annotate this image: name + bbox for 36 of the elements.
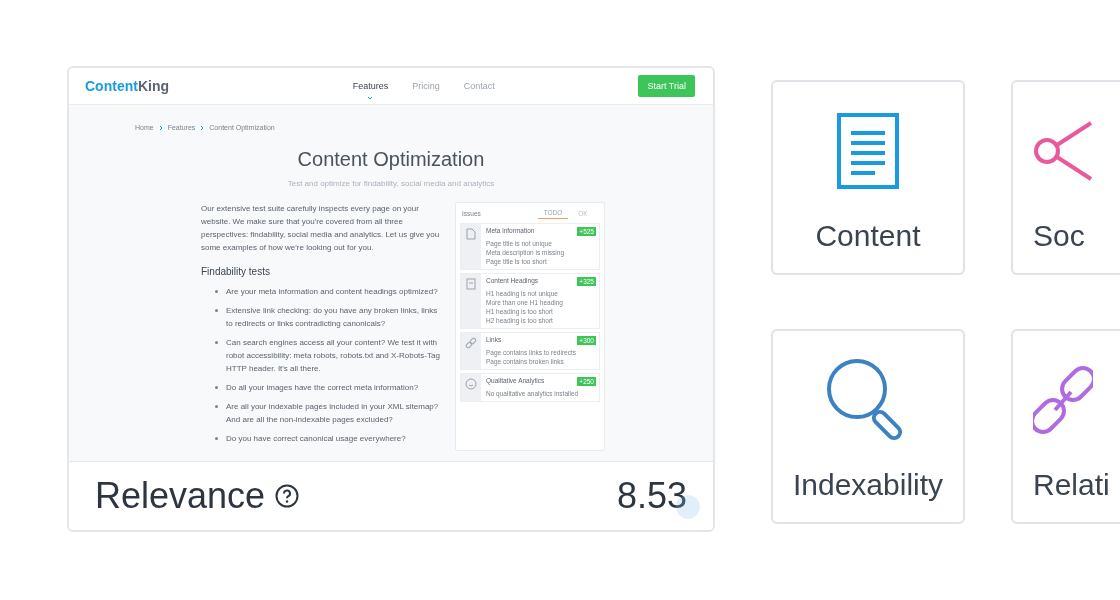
category-tile[interactable]: Soc — [1011, 80, 1120, 275]
category-tile[interactable]: Indexability — [771, 329, 965, 524]
help-icon[interactable] — [275, 484, 300, 508]
chevron-icon — [158, 124, 163, 131]
category-tile[interactable]: Relati — [1011, 329, 1120, 524]
bullet-icon — [215, 437, 218, 440]
intro-paragraph: Our extensive test suite carefully inspects every page on your website. We make sure that you're covered from all three perspectives: findability, social media and analytics. Let us give you some examples of how we're looking out for you. — [201, 203, 441, 254]
page-title: Content Optimization — [296, 148, 486, 171]
page-subtitle: Test and optimize for findability, social media and analytics — [286, 179, 496, 188]
start-trial-button[interactable]: Start Trial — [638, 75, 695, 97]
logo: ContentKing — [85, 78, 169, 94]
score-label: Relevance — [95, 475, 266, 517]
document-icon — [837, 112, 899, 189]
bullet-icon — [215, 405, 218, 408]
score-value: 8.53 — [616, 475, 687, 517]
nav-link[interactable]: Features — [352, 77, 389, 95]
category-tile[interactable]: Content — [771, 80, 965, 275]
chevron-icon — [200, 124, 205, 131]
document-icon — [466, 228, 476, 240]
list-item: Are all your indexable pages included in your XML sitemap? And are all the non-indexable pages excluded? — [226, 401, 440, 426]
list-item: Do you have correct canonical usage everywhere? — [226, 433, 406, 445]
nav-link[interactable]: Contact — [463, 77, 495, 95]
caret-icon — [367, 96, 374, 100]
bullet-icon — [215, 290, 218, 293]
smiley-icon — [465, 378, 477, 390]
bullet-icon — [215, 309, 218, 312]
list-item: Do all your images have the correct meta information? — [226, 382, 419, 394]
list-item: Extensive link checking: do you have any broken links, links to redirects or links contradicting canonicals? — [226, 305, 439, 330]
heading-icon — [466, 278, 476, 290]
nav-link[interactable]: Pricing — [412, 77, 440, 95]
list-item: Can search engines access all your content? We test it with robot accessibility: meta robots, robots.txt and X-Robots-Tag HTTP header. It's all there. — [226, 337, 441, 375]
link-icon — [465, 337, 477, 349]
list-item: Are your meta information and content headings optimized? — [226, 286, 438, 298]
section-heading: Findability tests — [201, 266, 271, 277]
bullet-icon — [215, 341, 218, 344]
bullet-icon — [215, 386, 218, 389]
